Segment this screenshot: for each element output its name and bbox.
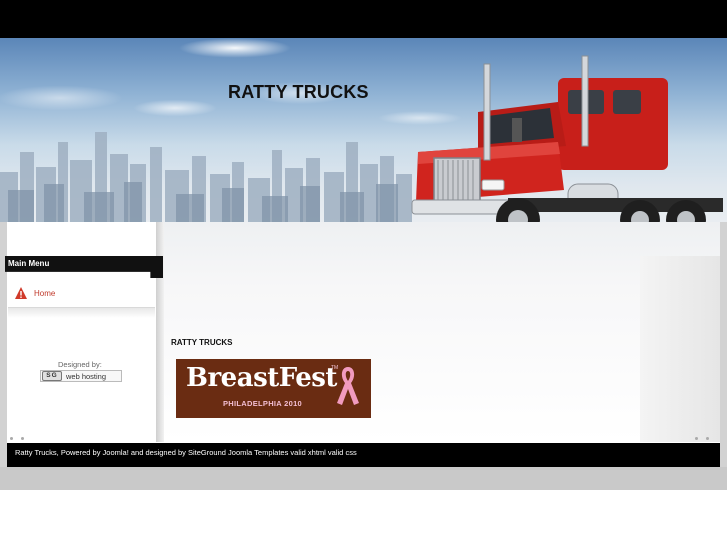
warning-triangle-icon [15, 287, 27, 299]
menu-item-home[interactable]: Home [14, 285, 55, 301]
footer-bar: Ratty Trucks, Powered by Joomla! and des… [7, 443, 720, 467]
menu-item-home-label[interactable]: Home [34, 289, 55, 298]
site-title: RATTY TRUCKS [228, 82, 369, 102]
siteground-logo-icon: SG [42, 371, 62, 381]
web-hosting-credit-link[interactable]: SG web hosting [40, 370, 122, 382]
sidebar-divider [156, 222, 164, 442]
sidebar [7, 222, 156, 442]
bottom-gray-bar [0, 467, 727, 490]
banner-subtitle: PHILADELPHIA 2010 [223, 399, 303, 408]
menu-shadow [8, 308, 155, 318]
right-gutter [720, 222, 727, 467]
banner-brand: BreastFest [186, 363, 337, 393]
breastfest-banner[interactable]: BreastFest TM PHILADELPHIA 2010 [176, 359, 371, 418]
top-bar [0, 0, 727, 38]
red-truck-image [411, 55, 723, 242]
content-right-stripe [640, 256, 720, 442]
designed-by-label: Designed by: [58, 360, 102, 369]
web-hosting-label[interactable]: web hosting [66, 372, 106, 381]
pink-ribbon-icon [337, 367, 359, 405]
content-heading: RATTY TRUCKS [171, 338, 233, 347]
